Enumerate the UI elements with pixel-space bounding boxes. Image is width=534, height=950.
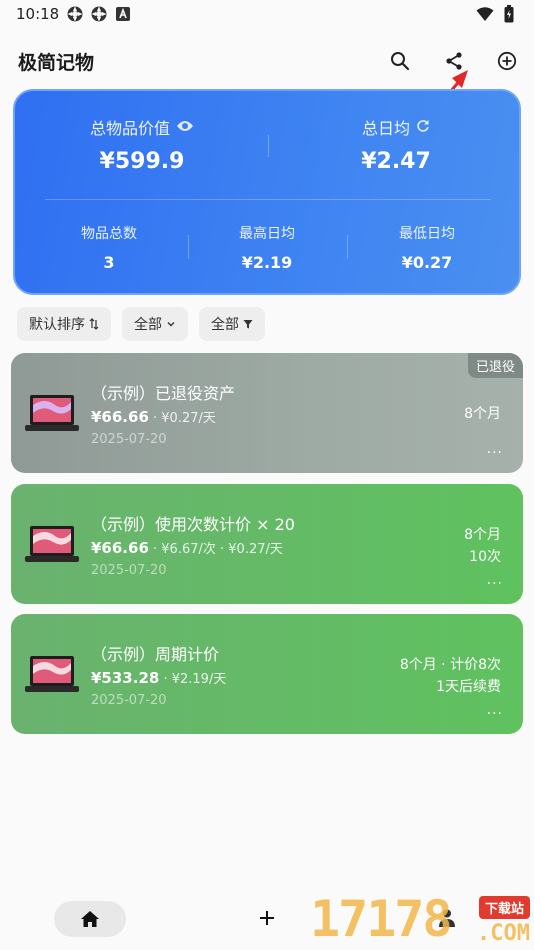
item-date: 2025-07-20	[91, 693, 167, 708]
search-icon	[391, 52, 410, 71]
eye-icon[interactable]	[176, 118, 194, 137]
sort-icon	[89, 318, 99, 330]
status-badge: 已退役	[467, 353, 523, 378]
home-icon	[81, 911, 99, 927]
filter-bar: 默认排序 全部 全部	[17, 307, 265, 341]
more-options-icon[interactable]: ···	[487, 445, 503, 461]
total-value-label-row: 总物品价值	[90, 115, 194, 139]
daily-avg-block: 总日均 ¥2.47	[269, 115, 523, 174]
divider	[45, 199, 491, 200]
chevron-down-icon	[167, 322, 175, 327]
list-item[interactable]: （示例）周期计价 ¥533.28 · ¥2.19/天 2025-07-20 8个…	[11, 614, 523, 734]
item-usage-count: 10次	[469, 549, 501, 565]
item-price-row: ¥66.66 · ¥6.67/次 · ¥0.27/天	[91, 538, 283, 557]
person-icon	[439, 909, 455, 927]
status-bar: 10:18	[0, 0, 534, 30]
item-price-row: ¥66.66 · ¥0.27/天	[91, 407, 216, 426]
add-item-button[interactable]	[492, 46, 522, 76]
wifi-icon	[476, 5, 494, 23]
battery-icon	[500, 5, 518, 23]
share-button[interactable]	[439, 46, 469, 76]
refresh-icon[interactable]	[416, 118, 430, 137]
item-usage-info: 8个月 10次	[464, 524, 501, 568]
share-icon	[446, 52, 462, 70]
item-date: 2025-07-20	[91, 563, 167, 578]
bottom-nav	[0, 888, 534, 950]
item-price: ¥66.66	[91, 539, 149, 557]
app-notification-icon	[90, 5, 108, 23]
min-daily-label: 最低日均	[399, 226, 455, 242]
sort-chip-label: 默认排序	[29, 317, 85, 333]
min-daily-block: 最低日均 ¥0.27	[343, 223, 511, 272]
item-unit-cost: · ¥6.67/次 · ¥0.27/天	[148, 542, 283, 557]
more-options-icon[interactable]: ···	[487, 706, 503, 722]
nav-home[interactable]	[54, 901, 126, 937]
item-duration: 8个月	[464, 403, 501, 425]
filter-chip[interactable]: 全部	[199, 307, 265, 341]
item-daily-cost: · ¥2.19/天	[159, 672, 227, 687]
more-options-icon[interactable]: ···	[487, 576, 503, 592]
system-icons	[476, 5, 518, 23]
nav-add[interactable]	[252, 903, 282, 933]
nav-profile[interactable]	[432, 903, 462, 933]
app-notification-icon	[66, 5, 84, 23]
laptop-icon	[25, 395, 79, 431]
app-bar: 极简记物	[0, 38, 534, 82]
list-item[interactable]: （示例）使用次数计价 × 20 ¥66.66 · ¥6.67/次 · ¥0.27…	[11, 484, 523, 604]
item-duration-text: 8个月	[464, 406, 501, 422]
count-label: 物品总数	[81, 226, 137, 242]
total-value-block: 总物品价值 ¥599.9	[15, 115, 269, 174]
sort-chip[interactable]: 默认排序	[17, 307, 111, 341]
item-duration-text: 8个月	[464, 527, 501, 543]
laptop-icon	[25, 656, 79, 692]
total-value: ¥599.9	[99, 149, 185, 174]
max-daily-block: 最高日均 ¥2.19	[183, 223, 351, 272]
list-item[interactable]: 已退役 （示例）已退役资产 ¥66.66 · ¥0.27/天 2025-07-2…	[11, 353, 523, 473]
max-daily-value: ¥2.19	[241, 253, 293, 272]
item-price: ¥66.66	[91, 408, 149, 426]
plus-icon	[260, 911, 274, 925]
daily-avg-value: ¥2.47	[361, 149, 431, 174]
search-button[interactable]	[385, 46, 415, 76]
category-chip-label: 全部	[134, 317, 162, 333]
item-billing-info: 8个月 · 计价8次 1天后续费	[400, 654, 501, 698]
item-billing-cycle: 8个月 · 计价8次	[399, 657, 501, 673]
daily-avg-label: 总日均	[361, 119, 410, 138]
item-date: 2025-07-20	[91, 432, 167, 447]
count-block: 物品总数 3	[25, 223, 193, 272]
item-price: ¥533.28	[91, 669, 160, 687]
status-time: 10:18	[16, 5, 60, 23]
max-daily-label: 最高日均	[239, 226, 295, 242]
item-name: （示例）使用次数计价 × 20	[91, 515, 295, 534]
item-name: （示例）已退役资产	[91, 384, 236, 403]
notification-icons	[66, 5, 132, 23]
item-price-row: ¥533.28 · ¥2.19/天	[91, 668, 226, 687]
item-renewal: 1天后续费	[436, 679, 501, 695]
category-chip[interactable]: 全部	[122, 307, 188, 341]
filter-chip-label: 全部	[211, 317, 239, 333]
count-value: 3	[103, 253, 115, 272]
total-value-label: 总物品价值	[89, 119, 170, 138]
filter-icon	[243, 320, 253, 329]
add-circle-icon	[497, 51, 517, 71]
app-title: 极简记物	[18, 52, 95, 74]
laptop-icon	[25, 526, 79, 562]
min-daily-value: ¥0.27	[401, 253, 453, 272]
daily-avg-label-row: 总日均	[362, 115, 430, 139]
item-daily-cost: · ¥0.27/天	[148, 411, 216, 426]
summary-card: 总物品价值 ¥599.9 总日均 ¥2.47 物品总数 3 最高日均 ¥2.19…	[13, 89, 521, 295]
a-notification-icon	[114, 5, 132, 23]
item-name: （示例）周期计价	[91, 645, 220, 664]
